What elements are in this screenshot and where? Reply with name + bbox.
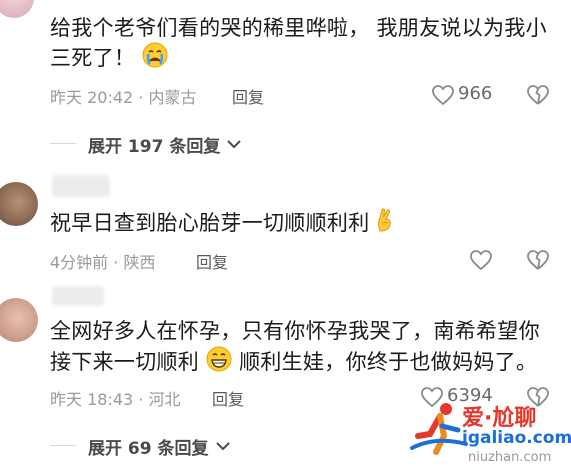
chevron-down-icon [215, 437, 231, 457]
username-blurred [52, 286, 104, 306]
like-count: 966 [458, 83, 493, 104]
meta-separator: · [133, 88, 149, 107]
avatar[interactable] [0, 0, 34, 18]
comment-text: 全网好多人在怀孕，只有你怀孕我哭了，南希希望你 [50, 315, 540, 347]
chevron-down-icon [226, 135, 242, 155]
comment-text: 祝早日查到胎心胎芽一切顺顺利利 [50, 207, 394, 242]
username-blurred [52, 175, 110, 197]
avatar[interactable] [0, 182, 38, 226]
comment-location: 内蒙古 [148, 88, 197, 107]
expand-replies-button[interactable]: 展开 197 条回复 [88, 132, 242, 157]
crossed-fingers-icon [376, 207, 394, 242]
meta-separator: · [133, 390, 149, 409]
grinning-face-icon [206, 346, 232, 381]
avatar[interactable] [0, 298, 38, 342]
comment-meta: 昨天 20:42 · 内蒙古 [50, 84, 196, 108]
comment-meta: 4分钟前 · 陕西 [50, 249, 155, 273]
reply-button[interactable]: 回复 [212, 386, 244, 410]
divider [50, 143, 76, 144]
expand-replies-label: 展开 197 条回复 [88, 137, 221, 157]
heart-icon[interactable] [469, 249, 493, 271]
runner-logo-icon [410, 403, 468, 455]
comment-text: 接下来一切顺利 顺利生娃，你终于也做妈妈了。 [50, 346, 537, 381]
expand-replies-button[interactable]: 展开 69 条回复 [88, 434, 231, 459]
comment-meta: 昨天 18:43 · 河北 [50, 386, 180, 410]
watermark-logo: 爱·尬聊 igaliao.com niuzhan.com [410, 400, 571, 468]
watermark-url-secondary: niuzhan.com [468, 450, 552, 465]
comment-text: 给我个老爷们看的哭的稀里哗啦， 我朋友说以为我小 [50, 12, 547, 44]
comment-time: 4分钟前 [50, 253, 109, 272]
comment-location: 河北 [148, 390, 181, 409]
comment-text-line: 顺利生娃，你终于也做妈妈了。 [239, 350, 538, 374]
divider [50, 445, 76, 446]
crying-face-icon [142, 42, 168, 77]
comment-text: 三死了！ [50, 42, 168, 77]
broken-heart-icon[interactable] [526, 84, 550, 106]
reply-button[interactable]: 回复 [196, 249, 228, 273]
comment-text-line: 祝早日查到胎心胎芽一切顺顺利利 [50, 211, 370, 235]
comment-location: 陕西 [123, 253, 156, 272]
comment-time: 昨天 18:43 [50, 390, 134, 409]
broken-heart-icon[interactable] [526, 249, 550, 271]
reply-button[interactable]: 回复 [232, 84, 264, 108]
comment-text-line: 接下来一切顺利 [50, 350, 200, 374]
expand-replies-label: 展开 69 条回复 [88, 439, 209, 459]
comment-text-line: 全网好多人在怀孕，只有你怀孕我哭了，南希希望你 [50, 319, 540, 343]
comment-time: 昨天 20:42 [50, 88, 134, 107]
watermark-url: igaliao.com [462, 428, 571, 448]
comment-text-line: 给我个老爷们看的哭的稀里哗啦， 我朋友说以为我小 [50, 16, 547, 40]
heart-icon[interactable] [431, 84, 455, 106]
meta-separator: · [108, 253, 124, 272]
comment-text-line: 三死了！ [50, 46, 136, 70]
